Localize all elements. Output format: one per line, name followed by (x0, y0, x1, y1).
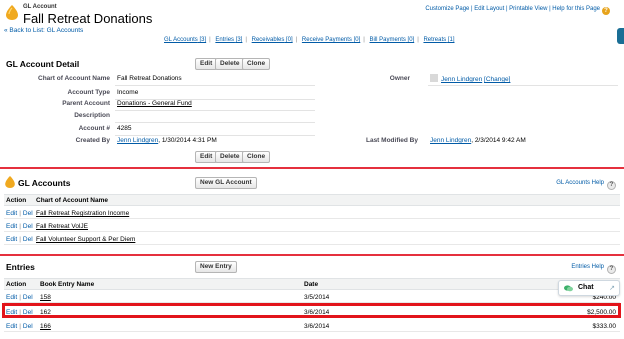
top-links: Customize Page | Edit Layout | Printable… (425, 6, 610, 15)
page-utility-links[interactable]: Customize Page | Edit Layout | Printable… (425, 6, 600, 12)
edit-link[interactable]: Edit (6, 223, 17, 230)
related-link-receive-payments[interactable]: Receive Payments [0] (302, 37, 360, 43)
change-owner-link[interactable]: [Change] (484, 76, 510, 83)
entries-title: Entries (6, 262, 35, 272)
row-actions: Edit | Del (6, 210, 33, 217)
entry-name-link[interactable]: 166 (40, 323, 51, 330)
entries-help[interactable]: Entries Help? (571, 264, 616, 274)
entries-related-list: Entries New Entry Entries Help? Action B… (0, 257, 624, 339)
chart-of-account-name-label: Chart of Account Name (38, 75, 110, 82)
gl-account-detail-section: GL Account Detail Edit Delete Clone Char… (0, 54, 624, 169)
account-type-value: Income (117, 89, 139, 96)
delete-link[interactable]: Del (23, 210, 33, 217)
help-icon[interactable]: ? (602, 7, 610, 15)
gl-accounts-title: GL Accounts (18, 178, 71, 188)
column-header-action: Action (6, 281, 27, 288)
detail-section-title: GL Account Detail (6, 59, 80, 69)
created-by-value: Jenn Lindgren, 1/30/2014 4:31 PM (117, 137, 217, 144)
gl-accounts-icon (5, 176, 15, 188)
gl-accounts-help[interactable]: GL Accounts Help? (556, 180, 616, 190)
highlight-box (2, 303, 621, 318)
column-header-book-entry-name: Book Entry Name (40, 281, 95, 288)
owner-value: Jenn Lindgren [Change] (430, 74, 510, 83)
related-link-retreats[interactable]: Retreats [1] (423, 37, 454, 43)
back-to-list-link[interactable]: « Back to List: GL Accounts (4, 27, 83, 34)
gl-accounts-related-list: GL Accounts New GL Account GL Accounts H… (0, 173, 624, 251)
chat-popout-icon[interactable]: ↗ (609, 284, 615, 292)
edit-button-bottom[interactable]: Edit (195, 151, 218, 163)
clone-button-top[interactable]: Clone (242, 58, 271, 70)
row-actions: Edit | Del (6, 294, 33, 301)
parent-account-link[interactable]: Donations - General Fund (117, 100, 192, 107)
delete-link[interactable]: Del (23, 294, 33, 301)
account-number-value: 4285 (117, 125, 132, 132)
entry-amount: $333.00 (592, 323, 617, 330)
gl-account-icon (6, 5, 18, 20)
delete-button-top[interactable]: Delete (215, 58, 245, 70)
account-number-label: Account # (78, 125, 110, 132)
delete-button-bottom[interactable]: Delete (215, 151, 245, 163)
column-header-action: Action (6, 197, 27, 204)
edit-link[interactable]: Edit (6, 210, 17, 217)
description-label: Description (74, 112, 110, 119)
delete-link[interactable]: Del (23, 323, 33, 330)
entry-date: 3/6/2014 (304, 323, 330, 330)
related-link-receivables[interactable]: Receivables [0] (252, 37, 293, 43)
last-modified-by-label: Last Modified By (365, 137, 418, 144)
table-row: Edit | Del Fall Volunteer Support & Per Di… (4, 233, 620, 245)
related-link-gl-accounts[interactable]: GL Accounts [3] (164, 37, 206, 43)
account-type-label: Account Type (67, 89, 111, 96)
entries-header-row: Action Book Entry Name Date (4, 278, 620, 290)
delete-link[interactable]: Del (23, 223, 33, 230)
table-row: Edit | Del Fall Retreat VolJE (4, 220, 620, 232)
entry-name-link[interactable]: 158 (40, 294, 51, 301)
edit-link[interactable]: Edit (6, 294, 17, 301)
chat-widget[interactable]: Chat ↗ (558, 280, 620, 296)
column-header-date: Date (304, 281, 319, 288)
chart-of-account-name-value: Fall Retreat Donations (117, 75, 182, 82)
related-link-bill-payments[interactable]: Bill Payments [0] (370, 37, 415, 43)
delete-link[interactable]: Del (23, 236, 33, 243)
created-date: , 1/30/2014 4:31 PM (158, 137, 217, 144)
chat-label: Chat (578, 284, 594, 291)
table-row: Edit | Del 166 3/6/2014 $333.00 (4, 320, 620, 332)
clone-button-bottom[interactable]: Clone (242, 151, 271, 163)
gl-account-name-link[interactable]: Fall Volunteer Support & Per Diem (36, 236, 135, 243)
last-modified-by-value: Jenn Lindgren, 2/3/2014 9:42 AM (430, 137, 526, 144)
row-actions: Edit | Del (6, 236, 33, 243)
related-link-entries[interactable]: Entries [3] (215, 37, 242, 43)
help-icon[interactable]: ? (607, 181, 616, 190)
entry-date: 3/5/2014 (304, 294, 330, 301)
new-entry-button[interactable]: New Entry (195, 261, 237, 273)
page-title: Fall Retreat Donations (23, 11, 153, 26)
created-by-user-link[interactable]: Jenn Lindgren (117, 137, 158, 144)
row-actions: Edit | Del (6, 223, 33, 230)
owner-avatar (430, 74, 438, 82)
new-gl-account-button[interactable]: New GL Account (195, 177, 257, 189)
owner-name-link[interactable]: Jenn Lindgren (441, 76, 482, 83)
entries-help-link[interactable]: Entries Help (571, 264, 604, 270)
edit-button-top[interactable]: Edit (195, 58, 218, 70)
modified-by-user-link[interactable]: Jenn Lindgren (430, 137, 471, 144)
sidebar-toggle-tab[interactable] (617, 28, 624, 44)
edit-link[interactable]: Edit (6, 323, 17, 330)
table-row: Edit | Del 158 3/5/2014 $240.00 (4, 291, 620, 303)
owner-label: Owner (389, 75, 410, 82)
object-type-label: GL Account (23, 4, 57, 10)
gl-accounts-header-row: Action Chart of Account Name (4, 194, 620, 206)
related-list-links: GL Accounts [3] | Entries [3] | Receivable… (164, 37, 455, 43)
gl-account-name-link[interactable]: Fall Retreat VolJE (36, 223, 88, 230)
gl-accounts-help-link[interactable]: GL Accounts Help (556, 180, 604, 186)
table-row: Edit | Del Fall Retreat Registration Incom… (4, 207, 620, 219)
parent-account-label: Parent Account (62, 100, 110, 107)
column-header-chart-name: Chart of Account Name (36, 197, 108, 204)
edit-link[interactable]: Edit (6, 236, 17, 243)
section-divider (0, 254, 624, 256)
chat-icon (564, 285, 573, 292)
help-icon[interactable]: ? (607, 265, 616, 274)
row-actions: Edit | Del (6, 323, 33, 330)
gl-account-name-link[interactable]: Fall Retreat Registration Income (36, 210, 129, 217)
modified-date: , 2/3/2014 9:42 AM (471, 137, 526, 144)
created-by-label: Created By (75, 137, 110, 144)
